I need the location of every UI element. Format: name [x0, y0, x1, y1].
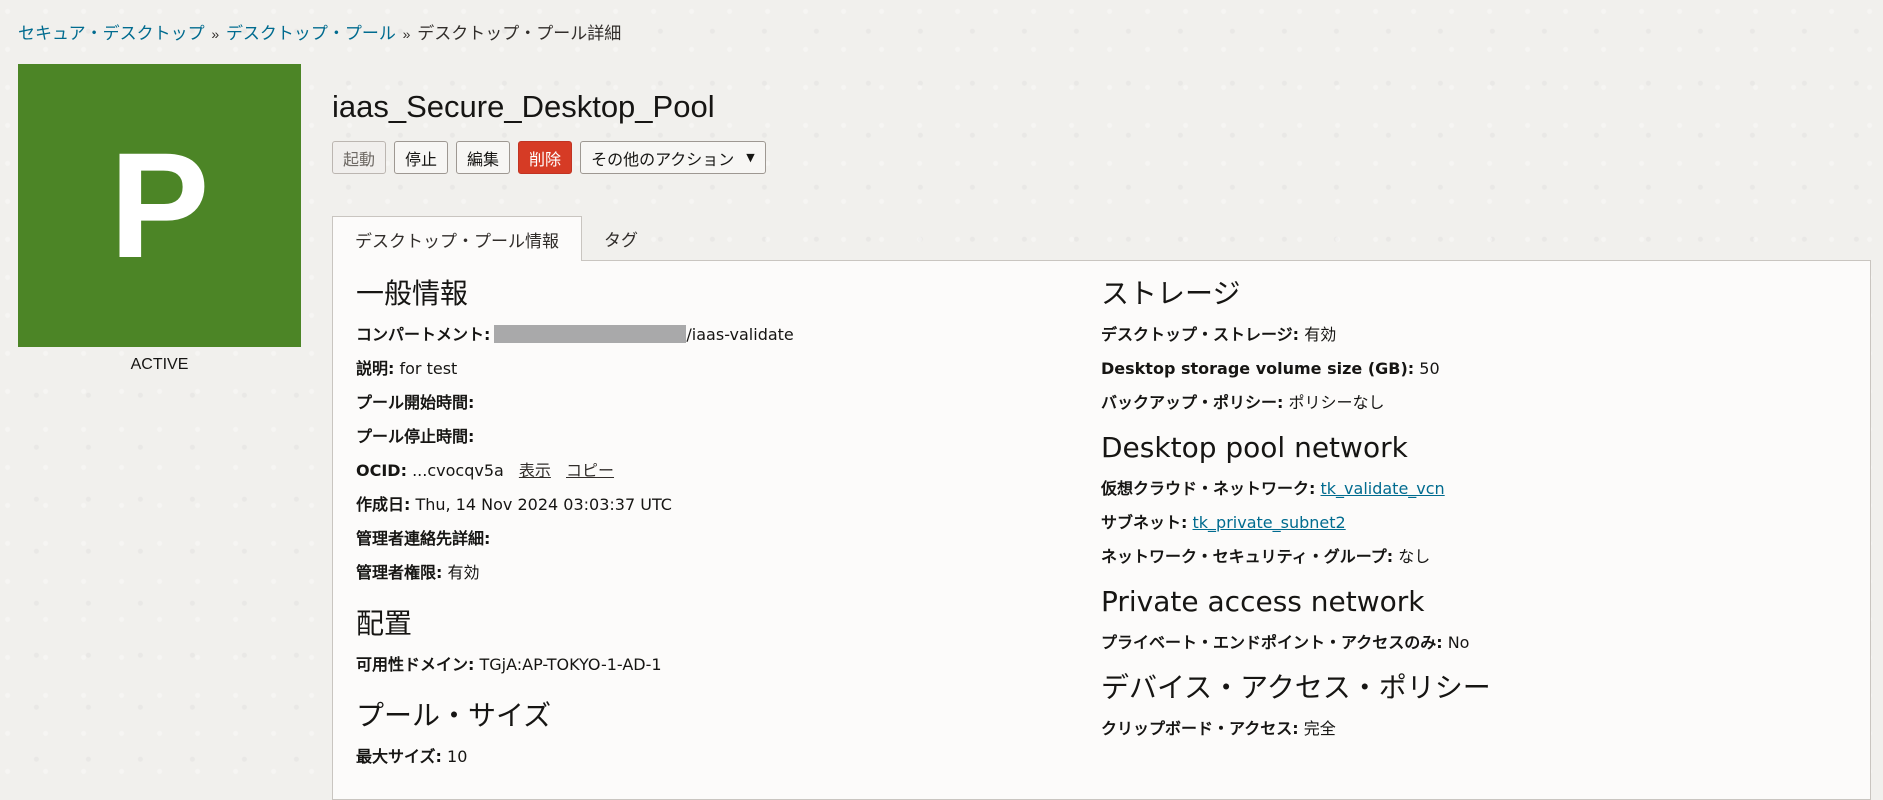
section-storage-title: ストレージ	[1101, 277, 1241, 310]
backup-policy-row: バックアップ・ポリシー: ポリシーなし	[1101, 393, 1841, 427]
volume-size-row: Desktop storage volume size (GB): 50	[1101, 359, 1841, 393]
breadcrumb-desktop-pools[interactable]: デスクトップ・プール	[226, 24, 396, 43]
created-label: 作成日:	[356, 495, 411, 514]
admin-rights-value: 有効	[447, 563, 480, 582]
breadcrumb: セキュア・デスクトップ » デスクトップ・プール » デスクトップ・プール詳細	[18, 19, 621, 44]
clipboard-row: クリップボード・アクセス: 完全	[1101, 719, 1841, 753]
details-panel: 一般情報 コンパートメント: /iaas-validate 説明: for tes…	[332, 260, 1871, 800]
desktop-storage-label: デスクトップ・ストレージ:	[1101, 325, 1300, 344]
section-private-access-title: Private access network	[1101, 585, 1425, 618]
vcn-link[interactable]: tk_validate_vcn	[1321, 479, 1445, 498]
admin-rights-row: 管理者権限: 有効	[356, 563, 1056, 597]
more-actions-label: その他のアクション	[591, 149, 735, 169]
breadcrumb-separator: »	[211, 26, 220, 42]
description-row: 説明: for test	[356, 359, 1056, 393]
description-value: for test	[399, 359, 458, 378]
clipboard-value: 完全	[1303, 719, 1336, 738]
vcn-label: 仮想クラウド・ネットワーク:	[1101, 479, 1316, 498]
pool-stop-row: プール停止時間:	[356, 427, 1056, 461]
section-device-policy-title: デバイス・アクセス・ポリシー	[1101, 671, 1491, 704]
subnet-row: サブネット: tk_private_subnet2	[1101, 513, 1841, 547]
backup-policy-label: バックアップ・ポリシー:	[1101, 393, 1284, 412]
breadcrumb-separator: »	[402, 26, 411, 42]
desktop-storage-value: 有効	[1304, 325, 1337, 344]
page-title: iaas_Secure_Desktop_Pool	[332, 88, 715, 124]
pool-start-label: プール開始時間:	[356, 393, 475, 412]
availability-domain-value: TGjA:AP-TOKYO-1-AD-1	[479, 655, 662, 674]
section-pool-size-title: プール・サイズ	[356, 699, 552, 732]
right-column: ストレージ デスクトップ・ストレージ: 有効 Desktop storage v…	[1101, 279, 1841, 753]
start-button[interactable]: 起動	[332, 141, 387, 174]
ocid-row: OCID: ...cvocqv5a 表示 コピー	[356, 461, 1056, 495]
availability-domain-label: 可用性ドメイン:	[356, 655, 475, 674]
availability-domain-row: 可用性ドメイン: TGjA:AP-TOKYO-1-AD-1	[356, 655, 1056, 689]
ocid-value: ...cvocqv5a	[412, 461, 504, 480]
section-network-title: Desktop pool network	[1101, 431, 1408, 464]
delete-button[interactable]: 削除	[518, 141, 573, 174]
breadcrumb-secure-desktops[interactable]: セキュア・デスクトップ	[18, 24, 205, 43]
max-size-value: 10	[447, 747, 468, 766]
section-placement-title: 配置	[356, 607, 413, 640]
compartment-label: コンパートメント:	[356, 325, 491, 344]
section-general-title: 一般情報	[356, 277, 469, 310]
description-label: 説明:	[356, 359, 395, 378]
pool-stop-label: プール停止時間:	[356, 427, 475, 446]
admin-contact-label: 管理者連絡先詳細:	[356, 529, 491, 548]
nsg-row: ネットワーク・セキュリティ・グループ: なし	[1101, 547, 1841, 581]
avatar-letter: P	[109, 121, 210, 289]
action-toolbar: 起動 停止 編集 削除 その他のアクション ▼	[332, 141, 766, 174]
volume-size-label: Desktop storage volume size (GB):	[1101, 359, 1415, 378]
vcn-row: 仮想クラウド・ネットワーク: tk_validate_vcn	[1101, 479, 1841, 513]
tab-bar: デスクトップ・プール情報 タグ	[332, 216, 660, 261]
pool-start-row: プール開始時間:	[356, 393, 1056, 427]
subnet-label: サブネット:	[1101, 513, 1188, 532]
compartment-row: コンパートメント: /iaas-validate	[356, 325, 1056, 359]
clipboard-label: クリップボード・アクセス:	[1101, 719, 1299, 738]
max-size-label: 最大サイズ:	[356, 747, 442, 766]
nsg-label: ネットワーク・セキュリティ・グループ:	[1101, 547, 1394, 566]
breadcrumb-current: デスクトップ・プール詳細	[417, 24, 622, 43]
tab-tags[interactable]: タグ	[582, 216, 660, 260]
more-actions-button[interactable]: その他のアクション ▼	[580, 141, 766, 174]
max-size-row: 最大サイズ: 10	[356, 747, 1056, 781]
tab-pool-info[interactable]: デスクトップ・プール情報	[332, 216, 582, 261]
caret-down-icon: ▼	[746, 151, 755, 164]
private-endpoint-label: プライベート・エンドポイント・アクセスのみ:	[1101, 633, 1443, 652]
resource-avatar: P	[18, 64, 301, 347]
left-column: 一般情報 コンパートメント: /iaas-validate 説明: for tes…	[356, 279, 1056, 781]
edit-button[interactable]: 編集	[456, 141, 511, 174]
admin-rights-label: 管理者権限:	[356, 563, 443, 582]
desktop-storage-row: デスクトップ・ストレージ: 有効	[1101, 325, 1841, 359]
subnet-link[interactable]: tk_private_subnet2	[1193, 513, 1346, 532]
private-endpoint-row: プライベート・エンドポイント・アクセスのみ: No	[1101, 633, 1841, 667]
volume-size-value: 50	[1419, 359, 1440, 378]
ocid-copy-link[interactable]: コピー	[566, 461, 614, 480]
created-value: Thu, 14 Nov 2024 03:03:37 UTC	[415, 495, 672, 514]
redacted-block	[494, 325, 687, 343]
ocid-show-link[interactable]: 表示	[519, 461, 551, 480]
compartment-value: /iaas-validate	[686, 325, 794, 344]
nsg-value: なし	[1398, 547, 1431, 566]
ocid-label: OCID:	[356, 461, 407, 480]
stop-button[interactable]: 停止	[394, 141, 449, 174]
admin-contact-row: 管理者連絡先詳細:	[356, 529, 1056, 563]
private-endpoint-value: No	[1447, 633, 1470, 652]
status-label: ACTIVE	[130, 356, 189, 373]
created-row: 作成日: Thu, 14 Nov 2024 03:03:37 UTC	[356, 495, 1056, 529]
backup-policy-value: ポリシーなし	[1288, 393, 1385, 412]
